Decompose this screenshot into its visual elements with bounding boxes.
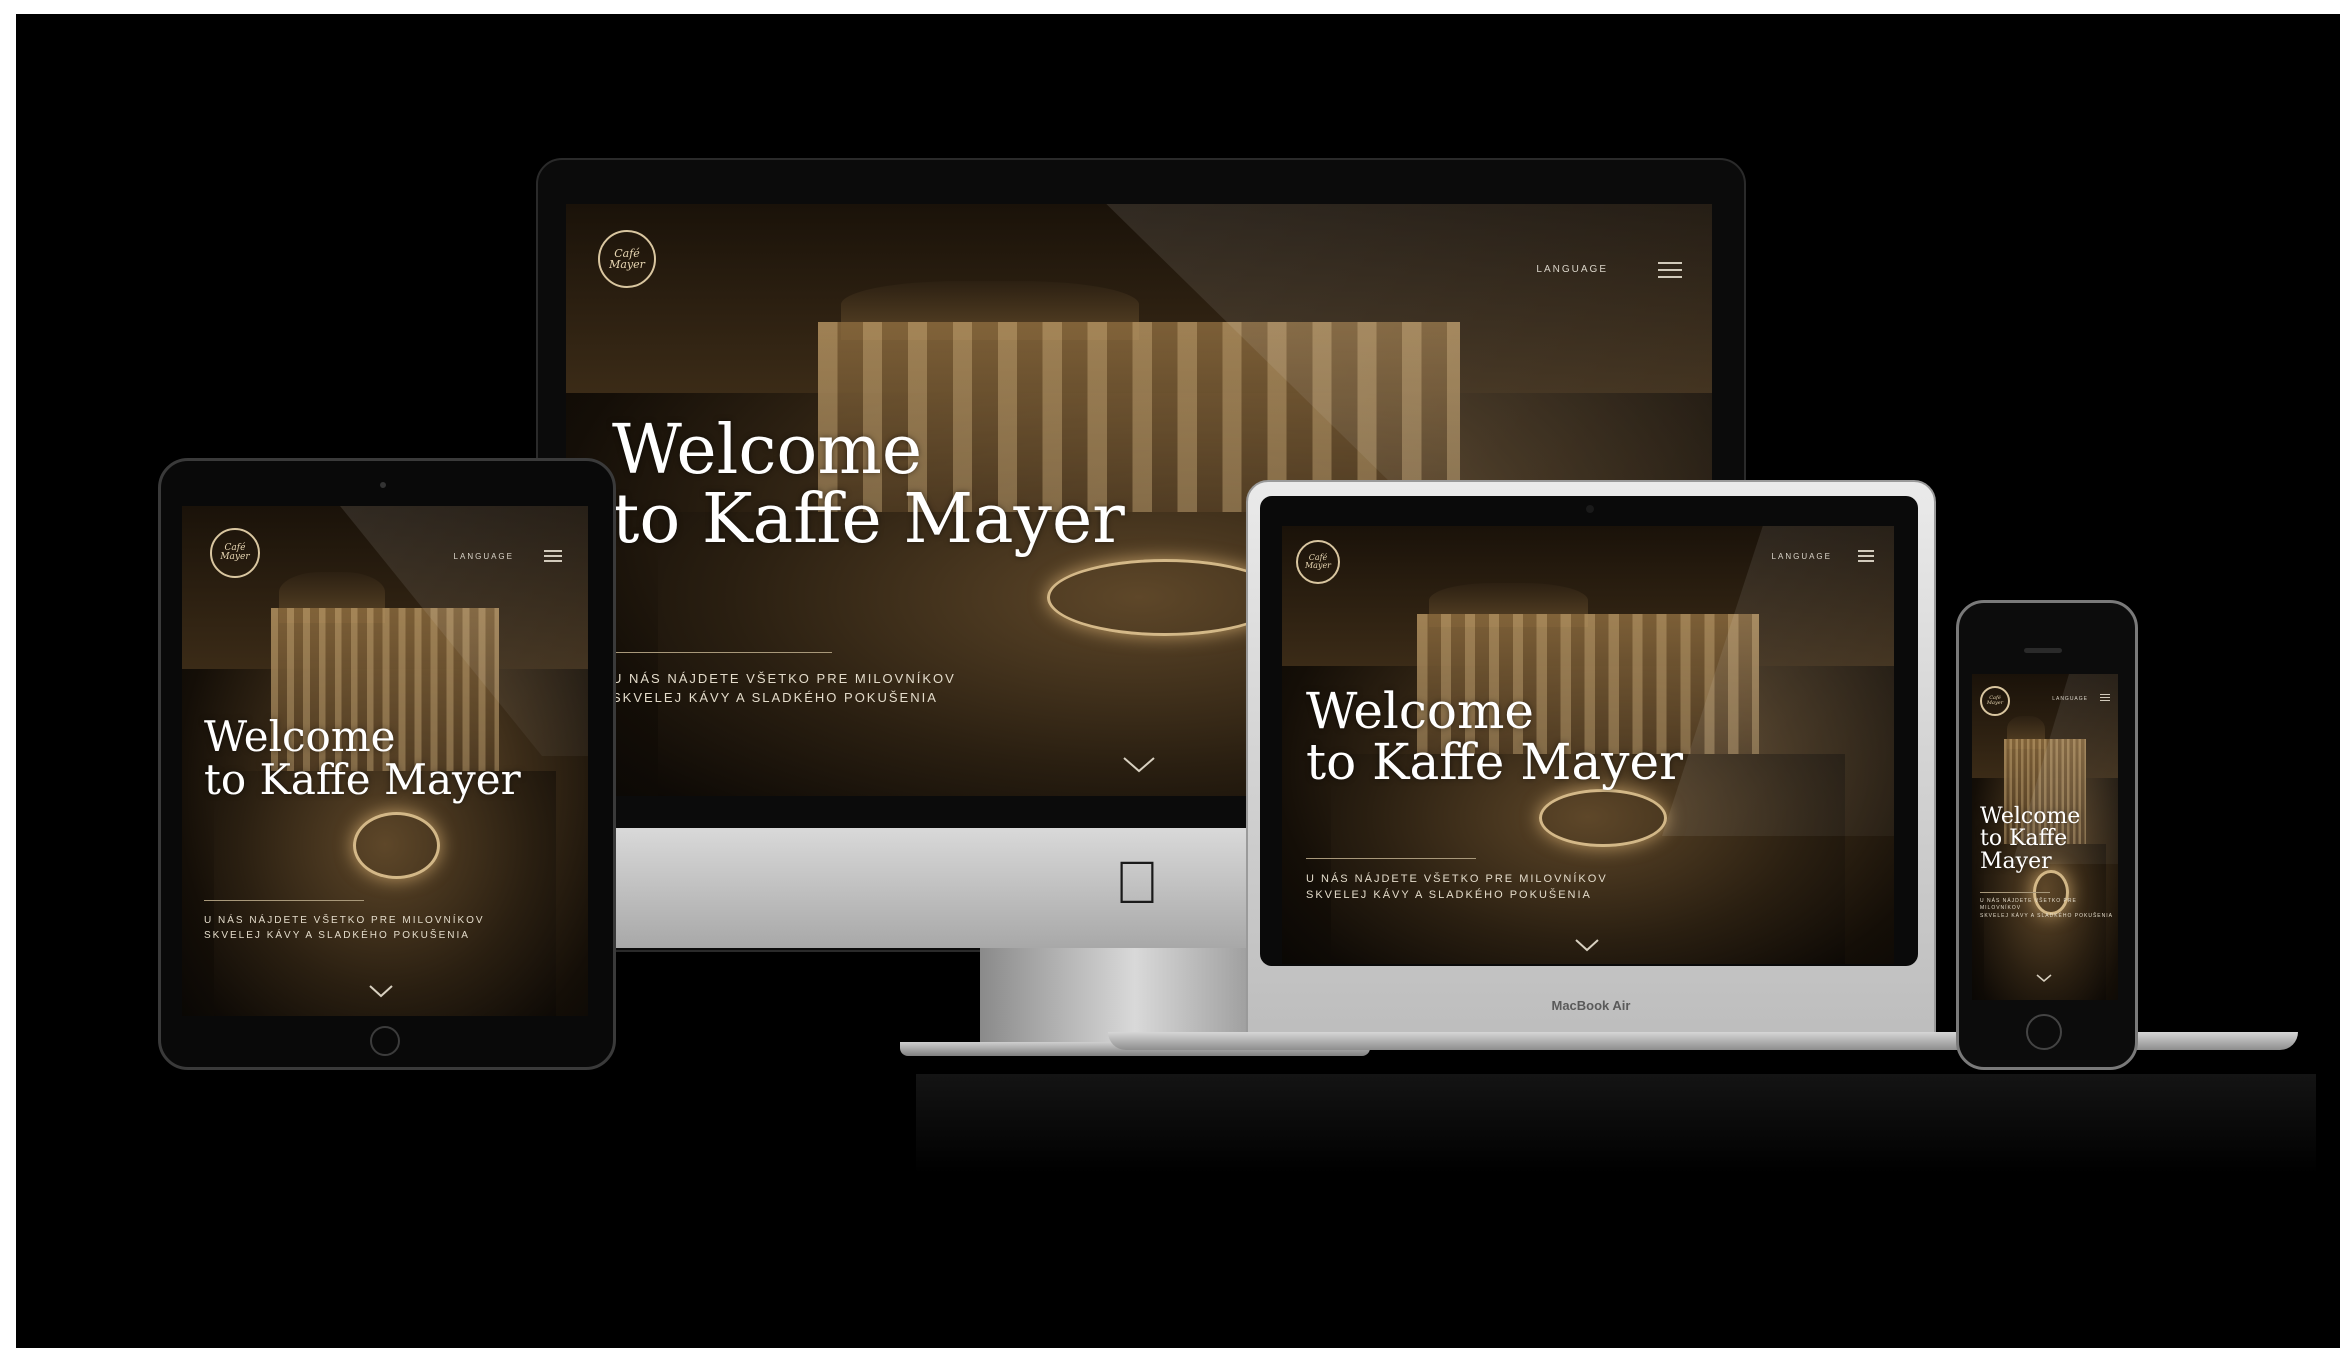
chevron-down-icon[interactable]	[1122, 756, 1156, 774]
divider	[1980, 892, 2050, 893]
welcome-title: Welcome to Kaffe Mayer	[1306, 682, 1684, 791]
floor-reflection	[916, 1074, 2316, 1174]
language-link[interactable]: LANGUAGE	[454, 552, 514, 561]
macbook-label: MacBook Air	[1551, 998, 1631, 1013]
welcome-title: Welcome to Kaffe Mayer	[612, 411, 1125, 560]
language-link[interactable]: LANGUAGE	[1772, 552, 1832, 561]
iphone-site-screen: Café Mayer LANGUAGE Welcome to Kaffe May…	[1972, 674, 2118, 1000]
site-logo[interactable]: Café Mayer	[598, 230, 656, 288]
iphone-speaker	[2024, 648, 2062, 653]
site-logo[interactable]: Café Mayer	[1296, 540, 1340, 584]
welcome-title: Welcome to Kaffe Mayer	[1980, 804, 2081, 874]
hamburger-icon[interactable]	[1658, 262, 1682, 283]
apple-logo-icon: 	[1102, 848, 1172, 918]
site-logo[interactable]: Café Mayer	[1980, 686, 2010, 716]
tagline: U NÁS NÁJDETE VŠETKO PRE MILOVNÍKOV SKVE…	[612, 671, 956, 705]
divider	[1306, 858, 1476, 859]
ipad-home-button	[370, 1026, 400, 1056]
tagline: U NÁS NÁJDETE VŠETKO PRE MILOVNÍKOV SKVE…	[204, 915, 485, 941]
town-square	[214, 771, 556, 1016]
ipad-site-screen: Café Mayer LANGUAGE Welcome to Kaffe May…	[182, 506, 588, 1016]
site-logo[interactable]: Café Mayer	[210, 528, 260, 578]
language-link[interactable]: LANGUAGE	[1536, 264, 1608, 275]
hamburger-icon[interactable]	[2100, 694, 2110, 703]
tagline: U NÁS NÁJDETE VŠETKO PRE MILOVNÍKOV SKVE…	[1980, 898, 2113, 919]
tagline: U NÁS NÁJDETE VŠETKO PRE MILOVNÍKOV SKVE…	[1306, 873, 1608, 901]
fountain	[352, 812, 440, 880]
chevron-down-icon[interactable]	[368, 984, 394, 998]
hamburger-icon[interactable]	[1858, 550, 1874, 565]
welcome-title: Welcome to Kaffe Mayer	[204, 712, 521, 804]
ipad-camera	[380, 482, 386, 488]
fountain	[1539, 788, 1668, 848]
divider	[204, 900, 364, 901]
chevron-down-icon[interactable]	[1574, 938, 1600, 952]
macbook-site-screen: Café Mayer LANGUAGE Welcome to Kaffe May…	[1282, 526, 1894, 964]
chevron-down-icon[interactable]	[2036, 974, 2052, 983]
language-link[interactable]: LANGUAGE	[2052, 696, 2088, 702]
macbook-camera	[1586, 505, 1594, 513]
hamburger-icon[interactable]	[544, 550, 562, 565]
iphone-home-button	[2026, 1014, 2062, 1050]
divider	[612, 652, 832, 653]
